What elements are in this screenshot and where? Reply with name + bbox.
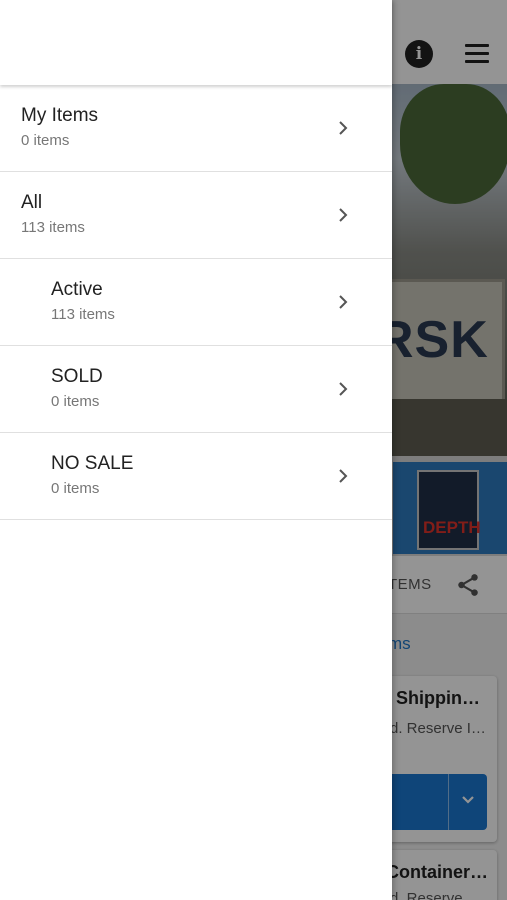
drawer-item-sold[interactable]: SOLD 0 items <box>0 346 392 433</box>
drawer-item-title: SOLD <box>51 366 103 387</box>
drawer-item-title: My Items <box>21 105 99 126</box>
drawer-item-count: 0 items <box>21 132 70 149</box>
drawer-item-title: NO SALE <box>51 453 134 474</box>
drawer-list: My Items 0 items All 113 items Active 11… <box>0 85 392 520</box>
drawer-item-active[interactable]: Active 113 items <box>0 259 392 346</box>
chevron-right-icon <box>339 469 348 483</box>
navigation-drawer: My Items 0 items All 113 items Active 11… <box>0 0 392 900</box>
drawer-header <box>0 0 392 85</box>
drawer-item-my-items[interactable]: My Items 0 items <box>0 85 392 172</box>
chevron-right-icon <box>339 208 348 222</box>
drawer-item-no-sale[interactable]: NO SALE 0 items <box>0 433 392 520</box>
drawer-item-count: 113 items <box>21 219 85 236</box>
chevron-right-icon <box>339 382 348 396</box>
drawer-item-count: 0 items <box>51 480 100 497</box>
chevron-right-icon <box>339 121 348 135</box>
drawer-item-title: Active <box>51 279 103 300</box>
drawer-item-all[interactable]: All 113 items <box>0 172 392 259</box>
chevron-right-icon <box>339 295 348 309</box>
drawer-item-count: 0 items <box>51 393 100 410</box>
drawer-item-count: 113 items <box>51 306 115 323</box>
drawer-item-title: All <box>21 192 43 213</box>
